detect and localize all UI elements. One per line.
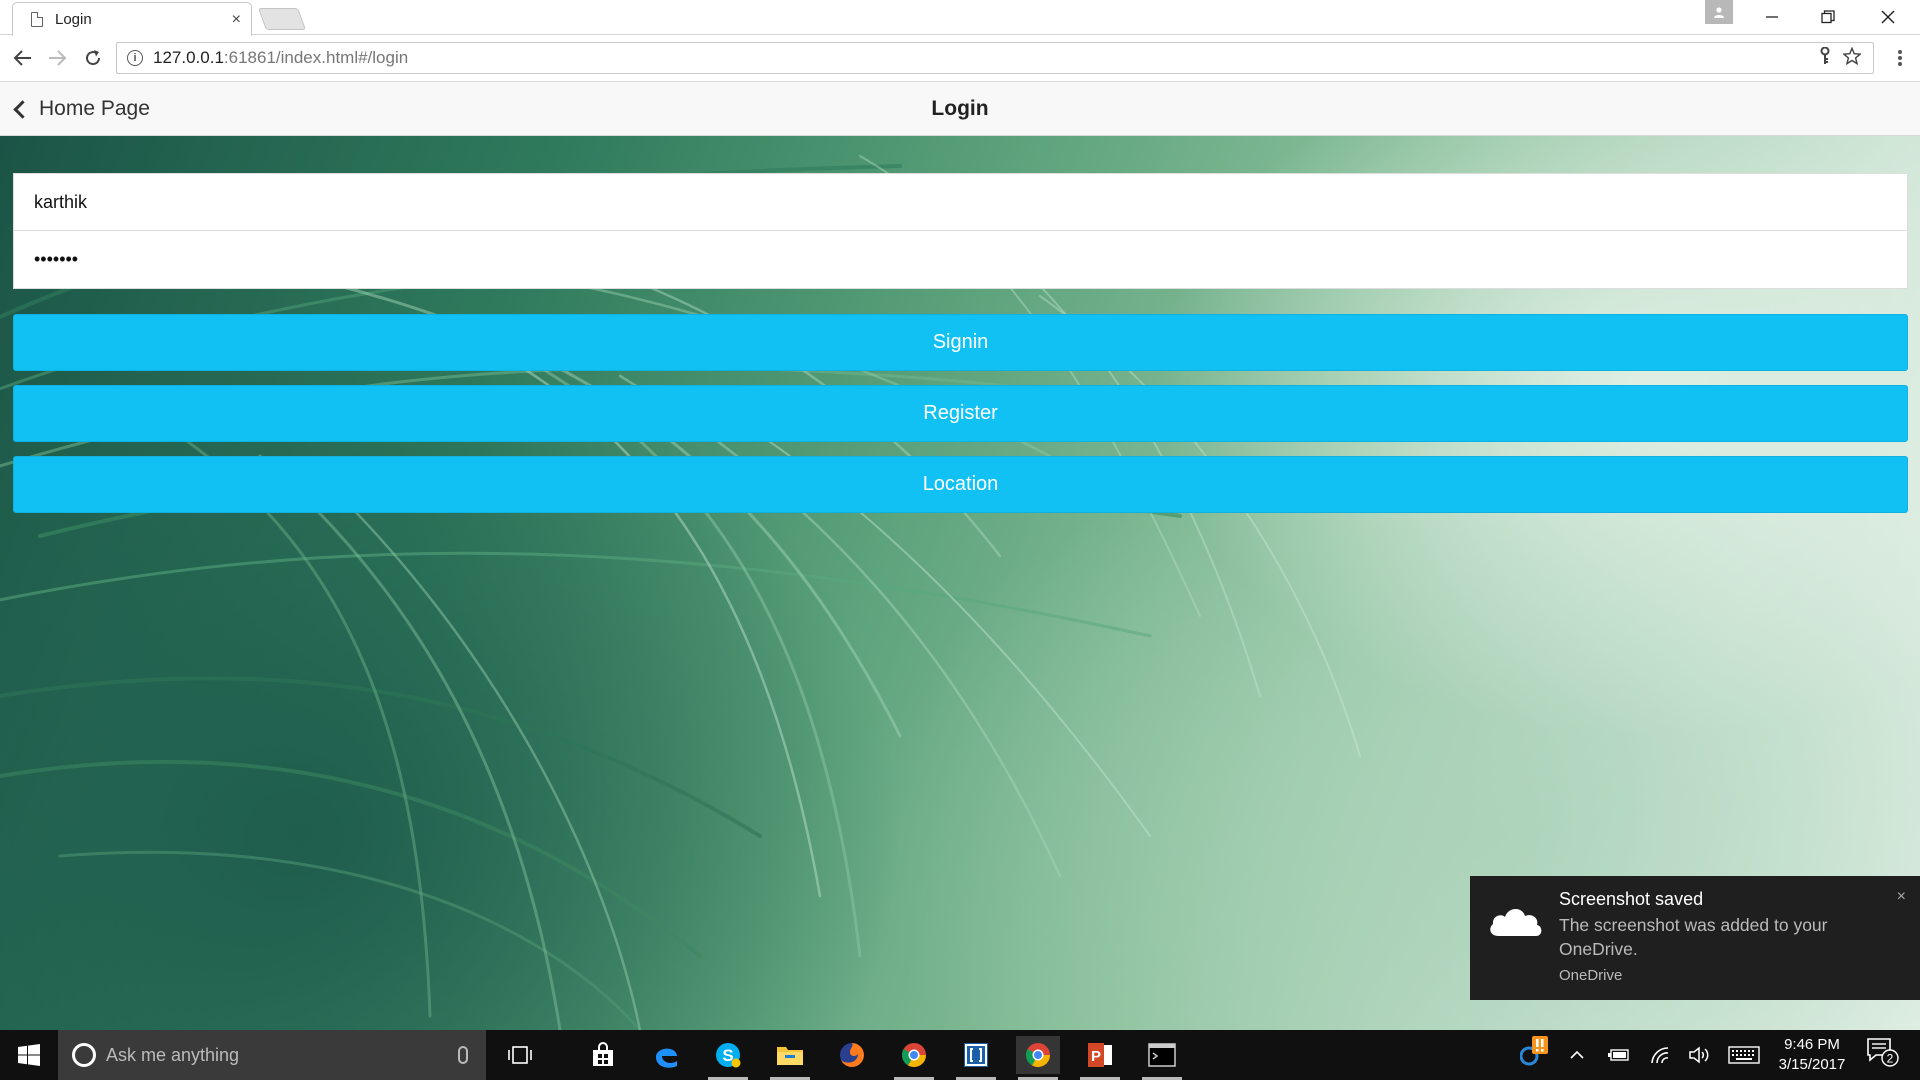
cloud-icon (1486, 902, 1544, 943)
notification-source: OneDrive (1559, 967, 1623, 984)
volume-icon[interactable] (1688, 1043, 1710, 1067)
app-header: Home Page Login (0, 82, 1920, 136)
onedrive-notification[interactable]: Screenshot saved The screenshot was adde… (1470, 876, 1920, 1000)
back-arrow-icon[interactable] (8, 43, 38, 73)
username-item (14, 174, 1907, 231)
browser-toolbar: i 127.0.0.1:61861/index.html#/login (0, 35, 1920, 82)
profile-icon[interactable] (1705, 0, 1733, 24)
username-input[interactable] (34, 191, 1907, 213)
action-center-icon[interactable]: 2 (1866, 1038, 1900, 1067)
password-input[interactable] (34, 249, 1907, 270)
task-view-icon[interactable] (498, 1036, 542, 1074)
skype-icon[interactable]: S (706, 1036, 750, 1080)
register-button[interactable]: Register (13, 385, 1908, 442)
notification-body: The screenshot was added to your OneDriv… (1559, 915, 1828, 959)
keyboard-icon[interactable] (1728, 1043, 1760, 1067)
wifi-icon[interactable] (1650, 1043, 1670, 1067)
cortana-icon (72, 1043, 96, 1067)
page-title: Login (931, 97, 989, 120)
browser-tab-login[interactable]: Login × (12, 2, 252, 36)
new-tab-button[interactable] (257, 8, 307, 30)
browser-tabstrip: Login × (0, 0, 1920, 36)
info-icon[interactable]: i (127, 50, 143, 66)
search-placeholder: Ask me anything (106, 1044, 240, 1065)
password-key-icon[interactable] (1819, 46, 1831, 70)
chrome-icon[interactable] (892, 1036, 936, 1080)
login-form (13, 173, 1908, 289)
browser-menu-icon[interactable] (1890, 43, 1910, 73)
battery-icon[interactable] (1608, 1043, 1630, 1067)
bookmark-star-icon[interactable] (1842, 45, 1862, 70)
forward-arrow-icon[interactable] (42, 43, 72, 73)
firefox-icon[interactable] (830, 1036, 874, 1074)
close-window-icon[interactable] (1864, 0, 1912, 34)
chevron-up-icon[interactable] (1570, 1043, 1584, 1067)
url-text: 127.0.0.1:61861/index.html#/login (153, 48, 1819, 68)
url-host: 127.0.0.1 (153, 48, 224, 67)
powerpoint-icon[interactable]: P (1078, 1036, 1122, 1080)
notification-title: Screenshot saved (1559, 889, 1704, 909)
windows-taskbar: Ask me anything S P 9:46 PM 3/15/2017 2 (0, 1030, 1920, 1080)
taskbar-clock[interactable]: 9:46 PM 3/15/2017 (1768, 1035, 1856, 1075)
tab-title: Login (55, 11, 92, 28)
file-explorer-icon[interactable] (768, 1036, 812, 1080)
terminal-icon[interactable] (1140, 1036, 1184, 1080)
cortana-search-box[interactable]: Ask me anything (58, 1030, 486, 1080)
password-item (14, 231, 1907, 288)
restore-icon[interactable] (1804, 0, 1852, 34)
notification-close-icon[interactable]: × (1897, 888, 1906, 906)
address-bar[interactable]: i 127.0.0.1:61861/index.html#/login (116, 42, 1874, 74)
url-path: :61861/index.html#/login (223, 48, 409, 67)
signin-button[interactable]: Signin (13, 314, 1908, 371)
document-icon (31, 12, 43, 27)
windows-logo-icon (18, 1044, 40, 1066)
update-notifier-icon[interactable] (1520, 1036, 1550, 1066)
chrome-active-icon[interactable] (1016, 1036, 1060, 1080)
location-button[interactable]: Location (13, 456, 1908, 513)
bracket-app-icon[interactable] (954, 1036, 998, 1080)
microphone-icon[interactable] (458, 1046, 468, 1064)
start-button[interactable] (0, 1030, 58, 1080)
tab-close-icon[interactable]: × (232, 11, 241, 29)
reload-icon[interactable] (78, 43, 108, 73)
store-icon[interactable] (581, 1036, 625, 1074)
clock-date: 3/15/2017 (1778, 1056, 1846, 1073)
clock-time: 9:46 PM (1784, 1036, 1840, 1053)
svg-text:P: P (1091, 1048, 1101, 1065)
notification-count: 2 (1887, 1052, 1894, 1066)
edge-icon[interactable] (644, 1036, 688, 1074)
minimize-icon[interactable] (1748, 0, 1796, 34)
